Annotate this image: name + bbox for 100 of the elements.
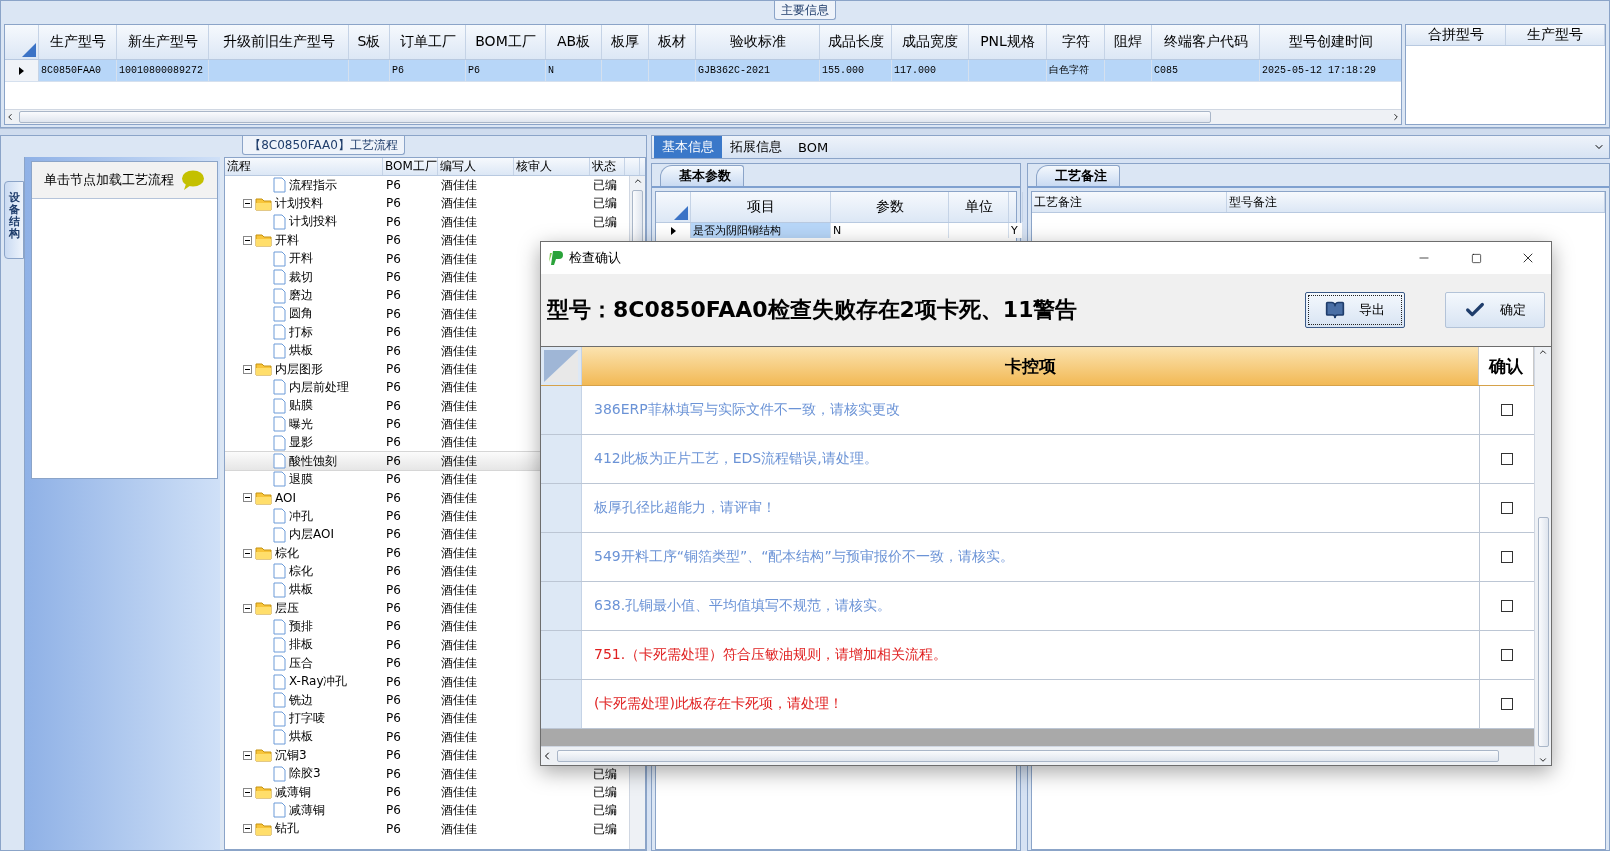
column-header[interactable]: 板厚	[602, 25, 649, 59]
collapse-icon[interactable]	[243, 750, 252, 760]
folder-icon	[255, 546, 272, 560]
column-header[interactable]: 新生产型号	[117, 25, 209, 59]
collapse-icon[interactable]	[243, 235, 252, 245]
node-label: 铣边	[289, 691, 313, 709]
tree-row[interactable]: 计划投料 P6 酒佳佳 已编	[225, 212, 629, 232]
checkbox[interactable]	[1501, 600, 1513, 612]
table-cell: P6	[386, 417, 401, 432]
column-header[interactable]: 字符	[1047, 25, 1105, 59]
table-cell: 酒佳佳	[441, 674, 477, 689]
scroll-thumb[interactable]	[19, 111, 1211, 123]
column-header[interactable]: BOM工厂	[383, 158, 438, 175]
column-header[interactable]: 订单工厂	[390, 25, 466, 59]
check-item-text: 751.（卡死需处理）符合压敏油规则，请增加相关流程。	[582, 631, 1480, 679]
checkbox[interactable]	[1501, 502, 1513, 514]
tree-row[interactable]: 裁切 P6 酒佳佳	[225, 267, 629, 287]
column-header[interactable]: 板材	[649, 25, 696, 59]
collapse-icon[interactable]	[243, 824, 252, 834]
scroll-thumb[interactable]	[557, 750, 1499, 762]
document-icon	[273, 673, 286, 690]
collapse-icon[interactable]	[243, 787, 252, 797]
collapse-icon[interactable]	[243, 199, 252, 209]
column-header[interactable]: 升级前旧生产型号	[209, 25, 349, 59]
scroll-down-icon[interactable]	[1538, 755, 1548, 765]
tree-row[interactable]: 计划投料 P6 酒佳佳 已编	[225, 194, 629, 213]
node-label: 钻孔	[275, 820, 299, 838]
tree-row[interactable]: 打标 P6 酒佳佳	[225, 323, 629, 342]
column-header[interactable]: S板	[349, 25, 390, 59]
scroll-thumb[interactable]	[1537, 517, 1549, 747]
node-label: 内层前处理	[289, 379, 349, 396]
table-row[interactable]: 8C0850FAA0 10010800089272 P6 P6 N GJB362C-2021 155.000 117.000 白色字符 C085 2025-05-12 17:18:29	[5, 60, 1401, 82]
column-header[interactable]: 阻焊	[1105, 25, 1152, 59]
horizontal-scrollbar[interactable]	[541, 746, 1534, 765]
node-label: 打字唛	[289, 710, 325, 727]
column-header[interactable]: 参数	[831, 192, 949, 222]
tab[interactable]: 工艺备注	[1036, 165, 1120, 186]
column-header[interactable]: 状态	[590, 158, 625, 175]
collapse-icon[interactable]	[243, 548, 252, 558]
column-header[interactable]: PNL规格	[969, 25, 1047, 59]
document-icon	[273, 287, 286, 304]
table-cell: 酒佳佳	[441, 214, 477, 229]
confirm-button[interactable]: 确定	[1445, 292, 1545, 328]
tree-row[interactable]: 烘板 P6 酒佳佳	[225, 727, 629, 747]
collapse-icon[interactable]	[243, 364, 252, 374]
tab[interactable]: 拓展信息	[722, 136, 790, 158]
tree-row[interactable]: 流程指示 P6 酒佳佳 已编	[225, 176, 629, 195]
table-cell: P6	[386, 748, 401, 763]
column-header[interactable]: 生产型号	[39, 25, 117, 59]
column-header[interactable]: 型号创建时间	[1260, 25, 1401, 59]
tab[interactable]: 基本信息	[654, 136, 722, 158]
column-header[interactable]: 编写人	[438, 158, 514, 175]
scroll-up-icon[interactable]	[632, 176, 643, 186]
column-header[interactable]: 型号备注	[1227, 192, 1605, 212]
scroll-up-icon[interactable]	[1538, 347, 1548, 357]
column-header[interactable]: BOM工厂	[466, 25, 546, 59]
checkbox[interactable]	[1501, 453, 1513, 465]
document-icon	[273, 581, 286, 598]
horizontal-scrollbar[interactable]	[5, 109, 1401, 124]
tab[interactable]: 基本参数	[660, 165, 744, 186]
tree-row[interactable]: 钻孔 P6 酒佳佳 已编	[225, 819, 629, 839]
column-header[interactable]: AB板	[546, 25, 602, 59]
column-header[interactable]: 流程	[225, 158, 383, 175]
table-cell: P6	[386, 453, 401, 468]
checkbox[interactable]	[1501, 404, 1513, 416]
tree-row[interactable]: 开料 P6 酒佳佳	[225, 231, 629, 250]
vertical-scrollbar[interactable]	[1534, 347, 1551, 765]
node-label: 计划投料	[289, 213, 337, 231]
table-cell: 酒佳佳	[441, 784, 477, 799]
tree-row[interactable]: 沉铜3 P6 酒佳佳	[225, 746, 629, 765]
tree-row[interactable]: 减薄铜 P6 酒佳佳 已编	[225, 782, 629, 802]
column-header[interactable]: 核审人	[514, 158, 590, 175]
export-button[interactable]: 导出	[1305, 292, 1405, 328]
collapse-icon[interactable]	[243, 603, 252, 613]
column-header[interactable]: 合拼型号	[1406, 25, 1506, 45]
column-header[interactable]: 项目	[691, 192, 831, 222]
column-header[interactable]: 终端客户代码	[1152, 25, 1260, 59]
node-label: 曝光	[289, 415, 313, 433]
node-label: AOI	[275, 490, 296, 505]
side-tab[interactable]: 设备结构	[4, 181, 24, 259]
column-header[interactable]: 单位	[949, 192, 1009, 222]
column-header[interactable]: 确认	[1479, 347, 1534, 385]
table-cell: P6	[386, 251, 401, 266]
column-header[interactable]: 成品宽度	[892, 25, 969, 59]
tree-row[interactable]: 减薄铜 P6 酒佳佳 已编	[225, 801, 629, 820]
checkbox[interactable]	[1501, 649, 1513, 661]
tab[interactable]: BOM	[790, 136, 837, 158]
column-header[interactable]: 工艺备注	[1032, 192, 1227, 212]
scroll-left-icon[interactable]	[5, 112, 15, 122]
column-header[interactable]: 生产型号	[1506, 25, 1605, 45]
checkbox[interactable]	[1501, 698, 1513, 710]
scroll-right-icon[interactable]	[1391, 112, 1401, 122]
maximize-icon	[1470, 252, 1482, 264]
checkbox[interactable]	[1501, 551, 1513, 563]
tree-row[interactable]: 除胶3 P6 酒佳佳 已编	[225, 764, 629, 783]
collapse-icon[interactable]	[243, 493, 252, 503]
column-header[interactable]: 验收标准	[696, 25, 820, 59]
table-cell: 酒佳佳	[441, 361, 477, 376]
column-header[interactable]: 成品长度	[820, 25, 892, 59]
table-cell: P6	[386, 380, 401, 395]
